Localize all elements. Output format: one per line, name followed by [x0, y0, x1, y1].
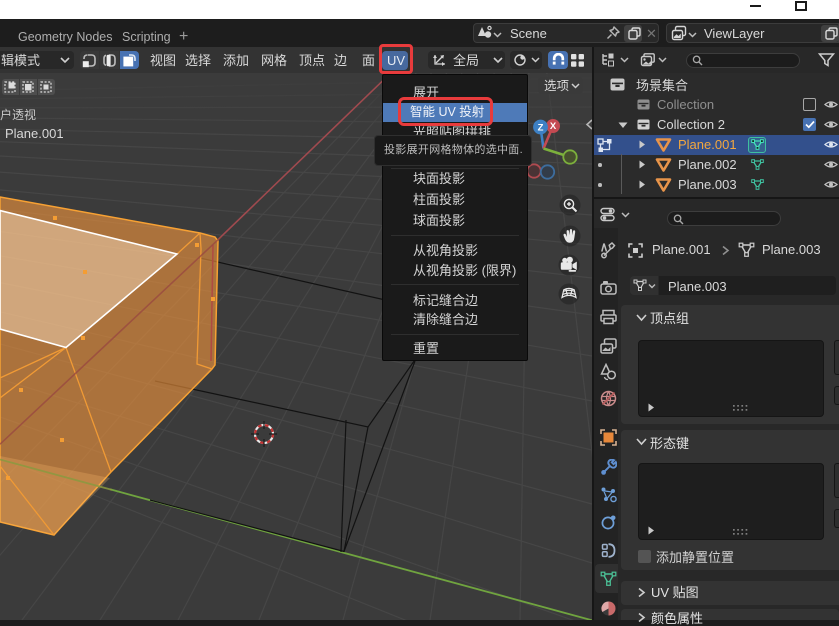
svg-text:X: X — [550, 121, 557, 132]
svg-text:Z: Z — [538, 122, 544, 133]
